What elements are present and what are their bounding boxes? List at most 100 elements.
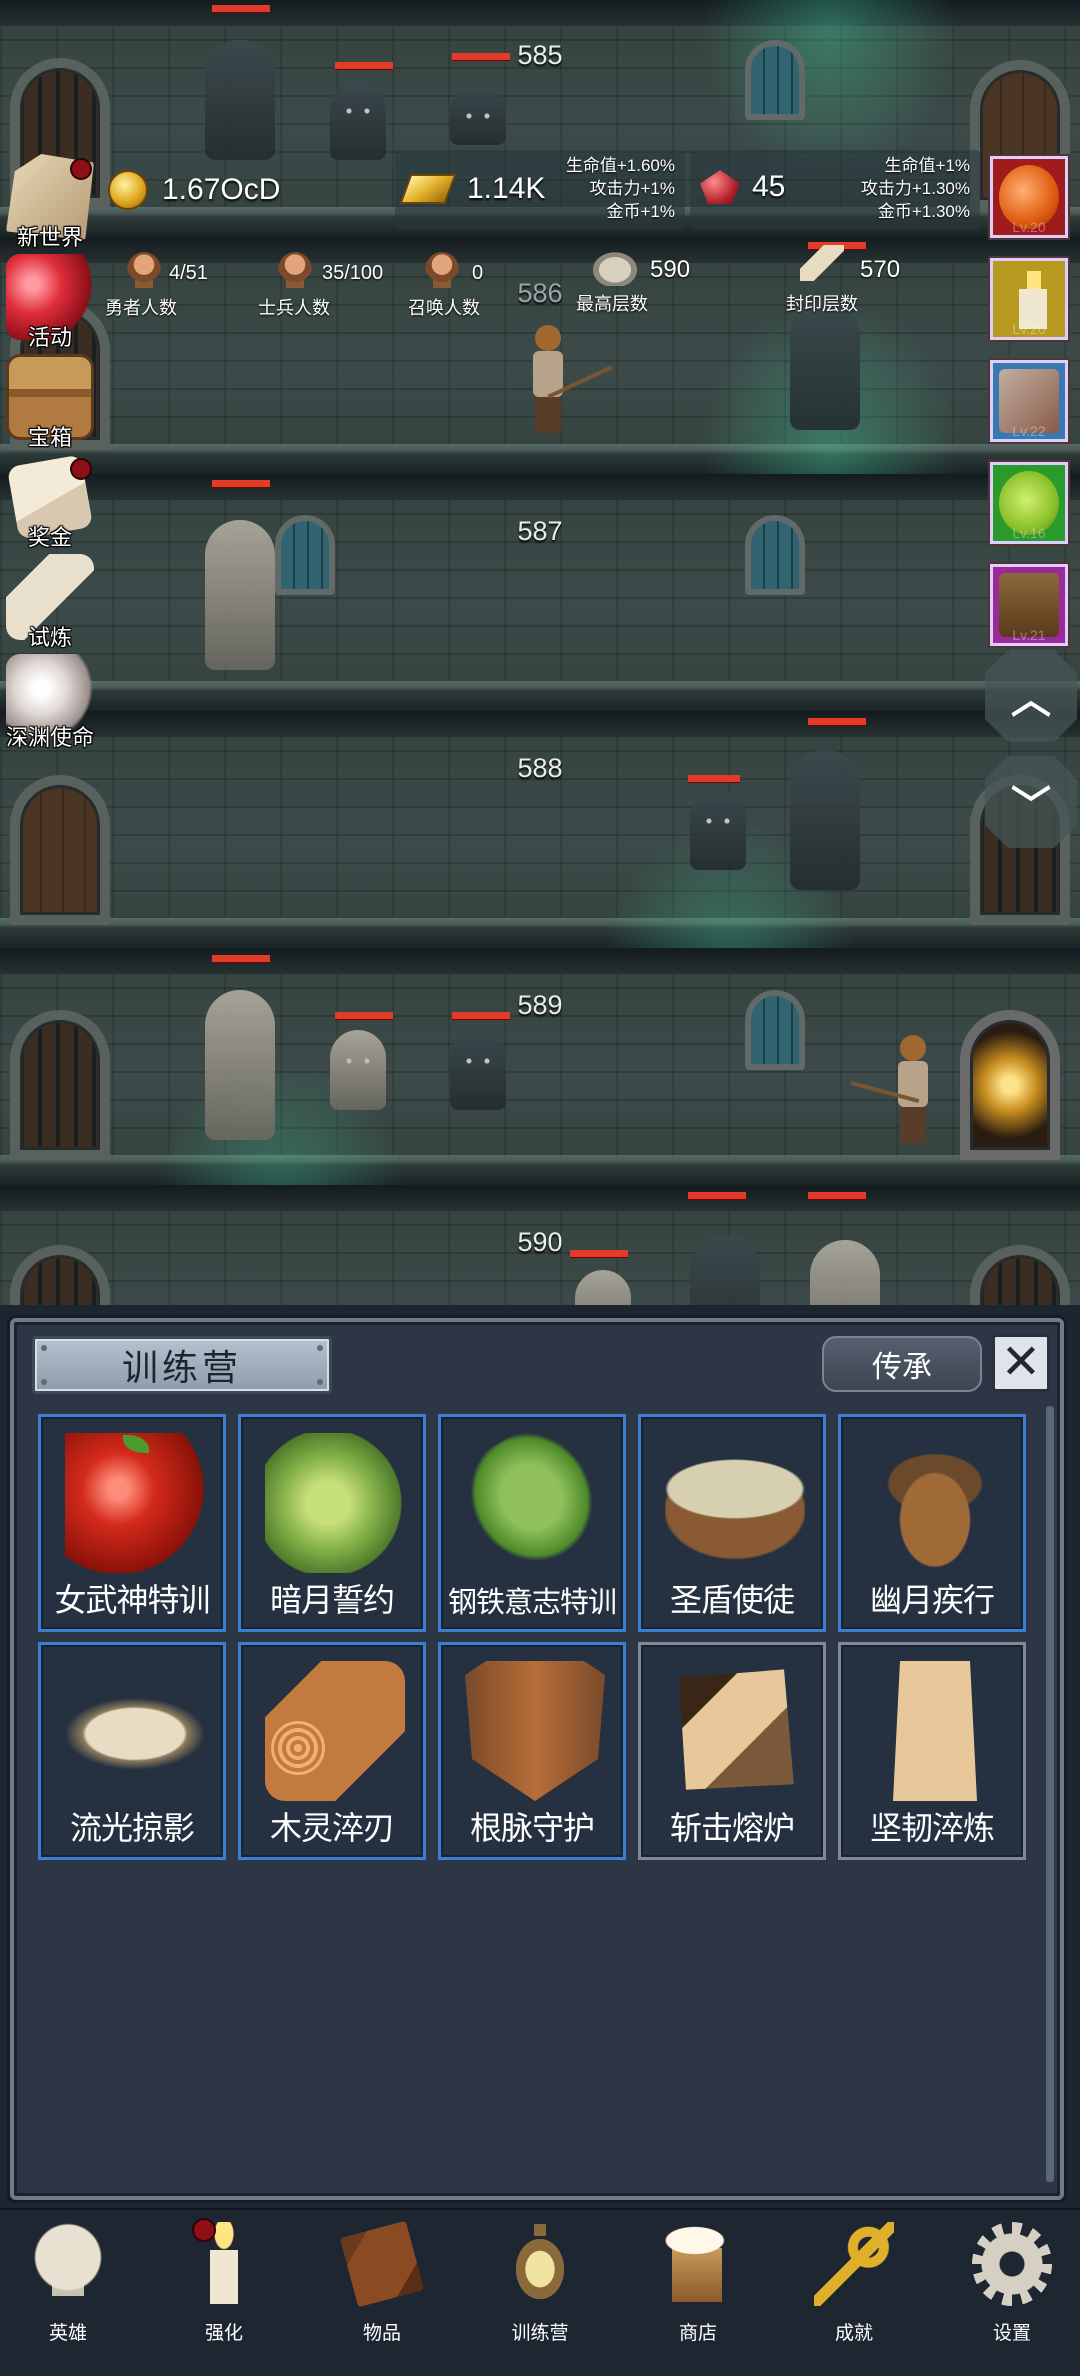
notification-badge bbox=[70, 458, 92, 480]
ghost-enemy[interactable] bbox=[330, 80, 386, 160]
nav-upgrade[interactable]: 强化 bbox=[164, 2218, 284, 2348]
nav-shop[interactable]: 商店 bbox=[638, 2218, 758, 2348]
inherit-button[interactable]: 传承 bbox=[822, 1336, 982, 1392]
beer-mug-icon bbox=[658, 2222, 738, 2306]
panel-title: 训练营 bbox=[32, 1336, 332, 1394]
training-card[interactable]: 坚韧淬炼 bbox=[838, 1642, 1026, 1860]
key-icon bbox=[814, 2222, 894, 2306]
max-floor-label: 最高层数 bbox=[576, 294, 648, 314]
pet-level: Lv.22 bbox=[1012, 423, 1046, 439]
wooden-shield-icon bbox=[465, 1661, 605, 1801]
coin-value: 1.67OcD bbox=[162, 173, 281, 206]
hero-count-value: 4/51 bbox=[169, 262, 208, 284]
training-card[interactable]: 圣盾使徒 bbox=[638, 1414, 826, 1632]
apple-icon bbox=[65, 1433, 205, 1573]
pet-slot-4[interactable]: Lv.16 bbox=[990, 462, 1068, 544]
side-abyss-mission[interactable]: 深渊使命 bbox=[0, 654, 100, 754]
panel-scrollbar[interactable] bbox=[1046, 1406, 1054, 2182]
nav-label: 强化 bbox=[204, 2323, 243, 2344]
enemy-hp-bar bbox=[212, 480, 270, 487]
coin-stat[interactable]: 1.67OcD bbox=[108, 170, 280, 210]
summon-count-label: 召唤人数 bbox=[408, 298, 480, 318]
training-card[interactable]: 幽月疾行 bbox=[838, 1414, 1026, 1632]
ghost-enemy[interactable] bbox=[330, 1030, 386, 1110]
gem-stat[interactable]: 45 bbox=[700, 170, 785, 204]
training-card[interactable]: 暗月誓约 bbox=[238, 1414, 426, 1632]
floor-number: 589 bbox=[517, 990, 563, 1020]
training-card[interactable]: 流光掠影 bbox=[38, 1642, 226, 1860]
ghost-enemy[interactable] bbox=[450, 1030, 506, 1110]
pet-slot-3[interactable]: Lv.22 bbox=[990, 360, 1068, 442]
hero-character[interactable] bbox=[850, 1035, 934, 1145]
side-chest[interactable]: 宝箱 bbox=[0, 354, 100, 454]
reaper-enemy[interactable] bbox=[790, 750, 860, 890]
chevron-down-icon: ﹀ bbox=[1011, 784, 1051, 828]
nav-items[interactable]: 物品 bbox=[322, 2218, 442, 2348]
nav-label: 商店 bbox=[678, 2323, 717, 2344]
bat-enemy[interactable] bbox=[450, 85, 506, 145]
enemy-hp-bar bbox=[688, 1192, 746, 1199]
floor-number: 587 bbox=[517, 516, 563, 546]
nav-training-camp[interactable]: 训练营 bbox=[480, 2218, 600, 2348]
reaper-enemy[interactable] bbox=[790, 300, 860, 430]
chevron-up-icon: ︿ bbox=[1011, 678, 1051, 722]
stone-icon bbox=[590, 250, 640, 286]
ghost-enemy[interactable] bbox=[690, 790, 746, 870]
notification-badge bbox=[192, 2218, 216, 2242]
porridge-bowl-icon bbox=[665, 1433, 805, 1573]
nav-settings[interactable]: 设置 bbox=[952, 2218, 1072, 2348]
panel-title-text: 训练营 bbox=[121, 1347, 242, 1388]
portal-door[interactable] bbox=[960, 1010, 1060, 1160]
nav-label: 设置 bbox=[992, 2323, 1031, 2344]
pet-level: Lv.21 bbox=[1012, 627, 1046, 643]
side-new-world[interactable]: 新世界 bbox=[0, 154, 100, 254]
pet-slot-2[interactable]: Lv.20 bbox=[990, 258, 1068, 340]
bonus-line: 金币+1% bbox=[606, 202, 676, 221]
training-card[interactable]: 女武神特训 bbox=[38, 1414, 226, 1632]
enemy-hp-bar bbox=[212, 955, 270, 962]
gem-icon bbox=[700, 170, 740, 204]
side-event[interactable]: 活动 bbox=[0, 254, 100, 354]
side-bonus-label: 奖金 bbox=[27, 525, 72, 550]
training-card-name: 圣盾使徒 bbox=[669, 1582, 795, 1618]
acorn-icon bbox=[865, 1433, 1005, 1573]
gate-door bbox=[10, 1010, 110, 1160]
nav-label: 英雄 bbox=[48, 2323, 87, 2344]
hero-face-icon bbox=[127, 252, 161, 288]
side-trial[interactable]: 试炼 bbox=[0, 554, 100, 654]
training-camp-panel: 训练营 传承 ✕ 女武神特训 暗月誓约 钢铁意志特训 圣盾使徒 幽月疾行 流光掠… bbox=[10, 1318, 1064, 2200]
pet-slot-5[interactable]: Lv.21 bbox=[990, 564, 1068, 646]
gold-bar-icon bbox=[399, 174, 457, 204]
training-card-name: 根脉守护 bbox=[469, 1810, 595, 1846]
enemy-hp-bar bbox=[808, 718, 866, 725]
hero-character[interactable] bbox=[525, 325, 613, 435]
training-card-name: 钢铁意志特训 bbox=[447, 1587, 617, 1619]
scroll-down-button[interactable]: ﹀ bbox=[985, 756, 1077, 848]
nav-achievements[interactable]: 成就 bbox=[794, 2218, 914, 2348]
gold-stat[interactable]: 1.14K bbox=[399, 172, 545, 206]
close-button[interactable]: ✕ bbox=[992, 1334, 1050, 1392]
training-card[interactable]: 斩击熔炉 bbox=[638, 1642, 826, 1860]
pet-slot-1[interactable]: Lv.20 bbox=[990, 156, 1068, 238]
soldier-count-label: 士兵人数 bbox=[258, 298, 330, 318]
training-card[interactable]: 木灵淬刃 bbox=[238, 1642, 426, 1860]
side-trial-label: 试炼 bbox=[27, 625, 72, 650]
training-card-name: 幽月疾行 bbox=[869, 1582, 995, 1618]
training-card[interactable]: 根脉守护 bbox=[438, 1642, 626, 1860]
side-new-world-label: 新世界 bbox=[16, 225, 83, 250]
side-event-label: 活动 bbox=[27, 325, 72, 350]
nav-heroes[interactable]: 英雄 bbox=[8, 2218, 128, 2348]
pet-level: Lv.16 bbox=[1012, 525, 1046, 541]
gem-bonus-list: 生命值+1% 攻击力+1.30% 金币+1.30% bbox=[830, 154, 970, 223]
side-bonus[interactable]: 奖金 bbox=[0, 454, 100, 554]
nav-label: 成就 bbox=[834, 2323, 873, 2344]
floor-row bbox=[0, 474, 1080, 711]
sealed-floor-value: 570 bbox=[860, 256, 901, 283]
skull-icon bbox=[28, 2222, 108, 2306]
leaf-icon bbox=[439, 1407, 631, 1599]
notification-badge bbox=[70, 158, 92, 180]
close-icon: ✕ bbox=[1000, 1336, 1042, 1389]
training-card[interactable]: 钢铁意志特训 bbox=[438, 1407, 631, 1632]
wood-plank-icon bbox=[893, 1661, 977, 1801]
scroll-up-button[interactable]: ︿ bbox=[985, 650, 1077, 742]
